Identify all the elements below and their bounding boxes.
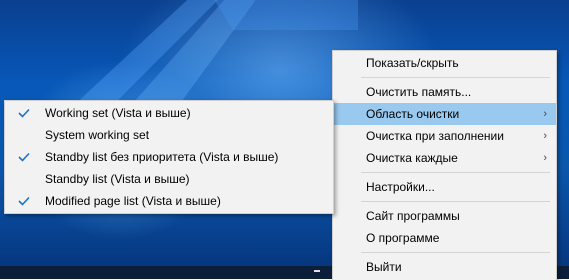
submenu-item-standby-list[interactable]: Standby list (Vista и выше) (5, 168, 333, 190)
menu-item-about[interactable]: О программе (333, 227, 556, 249)
checkmark-icon (18, 190, 32, 212)
submenu-item-label: Standby list (Vista и выше) (45, 172, 190, 186)
tray-context-menu: Показать/скрыть Очистить память... Облас… (332, 50, 557, 280)
chevron-right-icon: › (543, 108, 547, 120)
submenu-item-label: System working set (45, 128, 150, 142)
menu-item-exit[interactable]: Выйти (333, 256, 556, 278)
submenu-item-modified-page-list[interactable]: Modified page list (Vista и выше) (5, 190, 333, 212)
chevron-right-icon: › (543, 152, 547, 164)
taskbar-indicator (314, 270, 320, 272)
menu-item-label: Очистить память... (366, 85, 472, 99)
menu-item-label: О программе (366, 231, 440, 245)
menu-item-settings[interactable]: Настройки... (333, 176, 556, 198)
checkmark-icon (18, 102, 32, 124)
menu-item-clean-every[interactable]: Очистка каждые › (333, 147, 556, 169)
menu-item-website[interactable]: Сайт программы (333, 205, 556, 227)
chevron-right-icon: › (543, 130, 547, 142)
submenu-item-label: Standby list без приоритета (Vista и выш… (45, 150, 279, 164)
submenu-item-working-set[interactable]: Working set (Vista и выше) (5, 102, 333, 124)
submenu-item-standby-no-priority[interactable]: Standby list без приоритета (Vista и выш… (5, 146, 333, 168)
menu-item-clean-memory[interactable]: Очистить память... (333, 81, 556, 103)
menu-separator (361, 172, 550, 173)
submenu-item-label: Working set (Vista и выше) (45, 106, 191, 120)
menu-item-label: Очистка при заполнении (366, 129, 504, 143)
menu-item-label: Выйти (366, 260, 402, 274)
submenu-item-system-working-set[interactable]: System working set (5, 124, 333, 146)
menu-separator (361, 77, 550, 78)
menu-item-clean-area[interactable]: Область очистки › (333, 103, 556, 125)
menu-item-label: Область очистки (366, 107, 460, 121)
menu-item-clean-on-full[interactable]: Очистка при заполнении › (333, 125, 556, 147)
checkmark-icon (18, 146, 32, 168)
menu-item-label: Сайт программы (366, 209, 460, 223)
menu-separator (361, 252, 550, 253)
menu-item-show-hide[interactable]: Показать/скрыть (333, 52, 556, 74)
menu-item-label: Настройки... (366, 180, 435, 194)
submenu-item-label: Modified page list (Vista и выше) (45, 194, 221, 208)
clean-area-submenu: Working set (Vista и выше) System workin… (4, 100, 334, 214)
menu-item-label: Очистка каждые (366, 151, 458, 165)
menu-item-label: Показать/скрыть (366, 56, 459, 70)
menu-separator (361, 201, 550, 202)
